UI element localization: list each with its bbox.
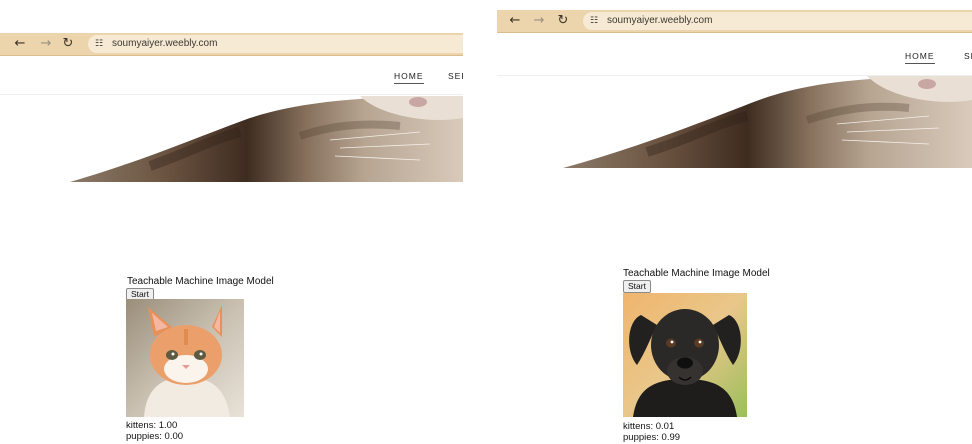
nav-services[interactable]: SE: [964, 51, 972, 61]
start-button[interactable]: Start: [623, 280, 651, 293]
forward-arrow-icon[interactable]: →: [531, 13, 547, 29]
site-nav: HOME SER: [0, 68, 463, 88]
prediction-puppies: puppies: 0.99: [623, 432, 681, 443]
url-field[interactable]: ☷ soumyaiyer.weebly.com: [583, 12, 972, 30]
prediction-kittens: kittens: 0.01: [623, 421, 675, 432]
url-text: soumyaiyer.weebly.com: [607, 15, 713, 26]
model-title: Teachable Machine Image Model: [623, 268, 770, 279]
nav-divider: [0, 94, 463, 95]
forward-arrow-icon[interactable]: →: [38, 36, 54, 52]
cat-banner-image: [497, 76, 972, 170]
prediction-puppies: puppies: 0.00: [126, 431, 184, 442]
nav-home[interactable]: HOME: [394, 71, 424, 84]
back-arrow-icon[interactable]: ←: [507, 13, 523, 29]
site-settings-icon[interactable]: ☷: [93, 38, 105, 50]
url-field[interactable]: ☷ soumyaiyer.weebly.com: [88, 35, 463, 53]
model-title: Teachable Machine Image Model: [127, 276, 274, 287]
left-browser-window: ← → ↻ ☷ soumyaiyer.weebly.com HOME SER: [0, 0, 463, 444]
nav-home[interactable]: HOME: [905, 51, 935, 64]
webcam-image-kitten: [126, 299, 244, 417]
right-browser-window: ← → ↻ ☷ soumyaiyer.weebly.com HOME SE: [497, 0, 972, 444]
prediction-kittens: kittens: 1.00: [126, 420, 178, 431]
site-nav: HOME SE: [497, 48, 972, 68]
webcam-image-puppy: [623, 293, 747, 417]
address-bar: ← → ↻ ☷ soumyaiyer.weebly.com: [497, 10, 972, 33]
site-settings-icon[interactable]: ☷: [588, 15, 600, 27]
reload-icon[interactable]: ↻: [555, 13, 571, 29]
reload-icon[interactable]: ↻: [60, 36, 76, 52]
address-bar: ← → ↻ ☷ soumyaiyer.weebly.com: [0, 33, 463, 56]
nav-services[interactable]: SER: [448, 71, 463, 81]
back-arrow-icon[interactable]: ←: [12, 36, 28, 52]
cat-banner-image: [0, 96, 463, 184]
url-text: soumyaiyer.weebly.com: [112, 38, 218, 49]
